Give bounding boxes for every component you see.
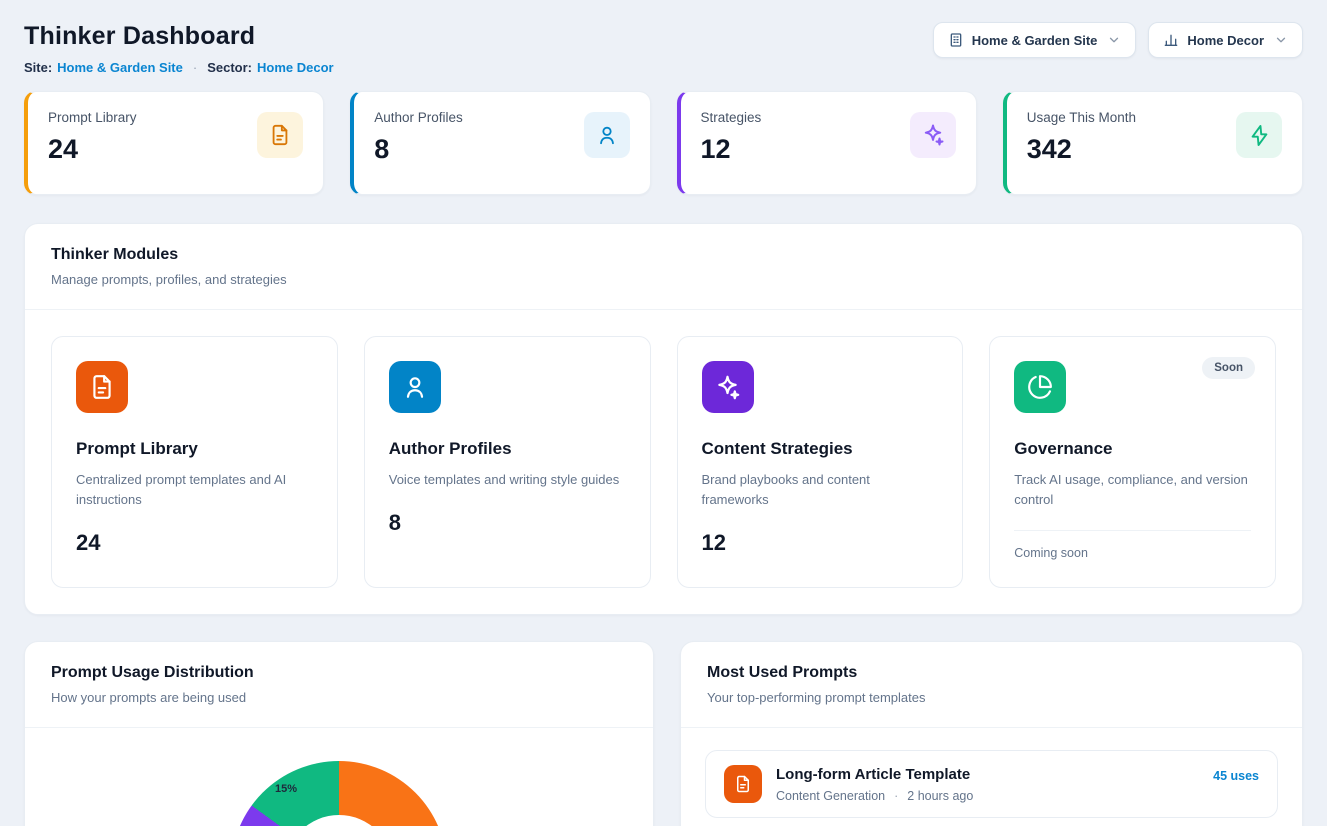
- bottom-row: Prompt Usage Distribution How your promp…: [24, 641, 1303, 826]
- module-card-author-profiles[interactable]: Author Profiles Voice templates and writ…: [364, 336, 651, 588]
- module-title: Content Strategies: [702, 439, 939, 459]
- soon-badge: Soon: [1202, 357, 1255, 379]
- stat-card-strategies: Strategies 12: [677, 91, 977, 195]
- divider: [1014, 530, 1251, 531]
- header: Thinker Dashboard Site: Home & Garden Si…: [24, 22, 1303, 75]
- module-description: Voice templates and writing style guides: [389, 470, 626, 490]
- module-title: Prompt Library: [76, 439, 313, 459]
- prompt-item-title: Long-form Article Template: [776, 766, 973, 783]
- usage-distribution-card: Prompt Usage Distribution How your promp…: [24, 641, 654, 826]
- prompt-list: Long-form Article Template Content Gener…: [681, 728, 1302, 826]
- module-card-prompt-library[interactable]: Prompt Library Centralized prompt templa…: [51, 336, 338, 588]
- sector-selector-label: Home Decor: [1187, 33, 1264, 48]
- user-icon: [389, 361, 441, 413]
- stat-label: Strategies: [701, 110, 762, 125]
- module-count: 12: [702, 530, 939, 556]
- module-count: 8: [389, 510, 626, 536]
- sector-label: Sector:: [207, 60, 252, 75]
- list-item-long-form-article[interactable]: Long-form Article Template Content Gener…: [705, 750, 1278, 818]
- document-icon: [76, 361, 128, 413]
- bar-chart-icon: [1163, 32, 1179, 48]
- modules-header: Thinker Modules Manage prompts, profiles…: [25, 224, 1302, 309]
- chevron-down-icon: [1107, 33, 1121, 47]
- module-card-content-strategies[interactable]: Content Strategies Brand playbooks and c…: [677, 336, 964, 588]
- lightning-icon: [1236, 112, 1282, 158]
- module-title: Author Profiles: [389, 439, 626, 459]
- site-label: Site:: [24, 60, 52, 75]
- most-used-prompts-card: Most Used Prompts Your top-performing pr…: [680, 641, 1303, 826]
- sector-selector-dropdown[interactable]: Home Decor: [1148, 22, 1303, 58]
- stats-row: Prompt Library 24 Author Profiles 8 Stra…: [24, 91, 1303, 195]
- stat-card-usage: Usage This Month 342: [1003, 91, 1303, 195]
- uses-badge: 45 uses: [1213, 769, 1259, 783]
- prompts-card-subtitle: Your top-performing prompt templates: [707, 690, 1276, 705]
- stat-value: 12: [701, 134, 762, 165]
- header-selectors: Home & Garden Site Home Decor: [933, 22, 1303, 58]
- prompt-item-time: 2 hours ago: [907, 789, 973, 803]
- prompt-item-meta: Content Generation · 2 hours ago: [776, 789, 973, 803]
- stat-card-author-profiles: Author Profiles 8: [350, 91, 650, 195]
- module-count: 24: [76, 530, 313, 556]
- stat-value: 24: [48, 134, 137, 165]
- page-title: Thinker Dashboard: [24, 22, 334, 51]
- chevron-down-icon: [1274, 33, 1288, 47]
- breadcrumb: Site: Home & Garden Site · Sector: Home …: [24, 60, 334, 75]
- header-heading: Thinker Dashboard Site: Home & Garden Si…: [24, 22, 334, 75]
- sector-link[interactable]: Home Decor: [257, 60, 334, 75]
- module-title: Governance: [1014, 439, 1251, 459]
- building-icon: [948, 32, 964, 48]
- usage-donut: 15%: [231, 761, 447, 826]
- modules-subtitle: Manage prompts, profiles, and strategies: [51, 272, 1276, 287]
- sparkle-icon: [702, 361, 754, 413]
- prompts-card-title: Most Used Prompts: [707, 664, 1276, 682]
- prompt-item-info: Long-form Article Template Content Gener…: [776, 766, 973, 803]
- coming-soon-text: Coming soon: [1014, 546, 1251, 560]
- donut-segment-label: 15%: [275, 783, 297, 795]
- pie-chart-icon: [1014, 361, 1066, 413]
- stat-value: 8: [374, 134, 463, 165]
- site-selector-label: Home & Garden Site: [972, 33, 1098, 48]
- module-description: Brand playbooks and content frameworks: [702, 470, 939, 510]
- stat-label: Usage This Month: [1027, 110, 1136, 125]
- donut-hole: [285, 815, 393, 826]
- prompt-item-category: Content Generation: [776, 789, 885, 803]
- document-icon: [257, 112, 303, 158]
- document-icon: [724, 765, 762, 803]
- stat-info: Usage This Month 342: [1027, 110, 1136, 176]
- stat-info: Prompt Library 24: [48, 110, 137, 176]
- stat-info: Strategies 12: [701, 110, 762, 176]
- separator-dot: ·: [894, 789, 898, 803]
- site-link[interactable]: Home & Garden Site: [57, 60, 183, 75]
- stat-card-prompt-library: Prompt Library 24: [24, 91, 324, 195]
- stat-label: Author Profiles: [374, 110, 463, 125]
- thinker-modules-panel: Thinker Modules Manage prompts, profiles…: [24, 223, 1303, 615]
- usage-card-title: Prompt Usage Distribution: [51, 664, 627, 682]
- site-selector-dropdown[interactable]: Home & Garden Site: [933, 22, 1137, 58]
- modules-title: Thinker Modules: [51, 246, 1276, 264]
- user-icon: [584, 112, 630, 158]
- stat-info: Author Profiles 8: [374, 110, 463, 176]
- prompts-card-header: Most Used Prompts Your top-performing pr…: [681, 642, 1302, 727]
- stat-label: Prompt Library: [48, 110, 137, 125]
- usage-card-subtitle: How your prompts are being used: [51, 690, 627, 705]
- thinker-dashboard-page: Thinker Dashboard Site: Home & Garden Si…: [0, 0, 1327, 826]
- module-description: Track AI usage, compliance, and version …: [1014, 470, 1251, 510]
- usage-chart-area: 15%: [25, 728, 653, 826]
- sparkle-icon: [910, 112, 956, 158]
- usage-card-header: Prompt Usage Distribution How your promp…: [25, 642, 653, 727]
- separator-dot: ·: [193, 60, 197, 75]
- modules-grid: Prompt Library Centralized prompt templa…: [25, 310, 1302, 614]
- module-description: Centralized prompt templates and AI inst…: [76, 470, 313, 510]
- stat-value: 342: [1027, 134, 1136, 165]
- module-card-governance[interactable]: Soon Governance Track AI usage, complian…: [989, 336, 1276, 588]
